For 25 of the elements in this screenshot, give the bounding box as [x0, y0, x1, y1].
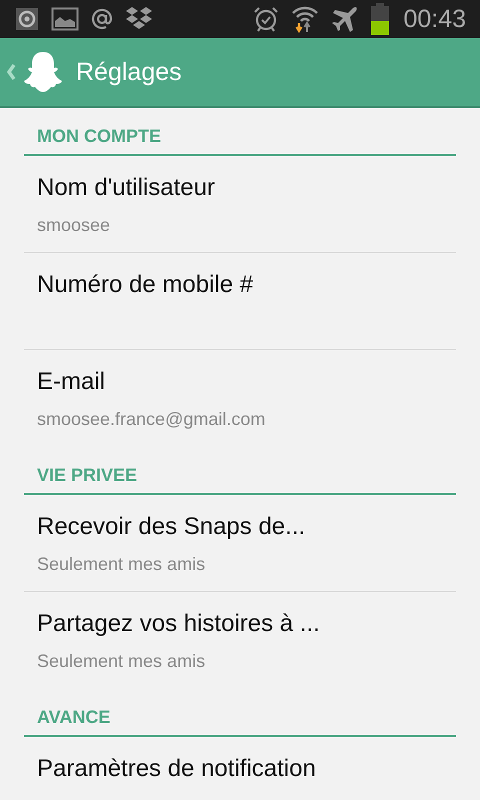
section-header: VIE PRIVEE [24, 447, 456, 495]
wifi-icon [291, 5, 320, 33]
section-header: AVANCE [24, 689, 456, 737]
section-header: MON COMPTE [24, 108, 456, 156]
alarm-clock-icon [253, 6, 280, 32]
setting-title[interactable]: Numéro de mobile # [37, 271, 443, 299]
chevron-left-icon [6, 63, 16, 81]
clock-time: 00:43 [403, 4, 466, 34]
setting-value: Seulement mes amis [37, 650, 206, 672]
camera-icon [15, 7, 39, 31]
image-icon [51, 7, 79, 31]
setting-value: Seulement mes amis [37, 553, 206, 575]
setting-title[interactable]: Nom d'utilisateur [37, 174, 443, 202]
airplane-icon [331, 5, 360, 33]
setting-value: smoosee [37, 214, 112, 236]
battery-icon [371, 3, 390, 35]
setting-title[interactable]: Paramètres de notification [37, 755, 443, 783]
dropbox-icon [125, 6, 153, 32]
setting-value: smoosee.france@gmail.com [37, 408, 266, 430]
screen-title: Réglages [76, 58, 182, 86]
ghost-icon [22, 50, 64, 94]
at-sign-icon [91, 8, 113, 30]
setting-title[interactable]: Recevoir des Snaps de... [37, 513, 443, 541]
setting-title[interactable]: Partagez vos histoires à ... [37, 610, 443, 638]
setting-title[interactable]: E-mail [37, 368, 443, 396]
